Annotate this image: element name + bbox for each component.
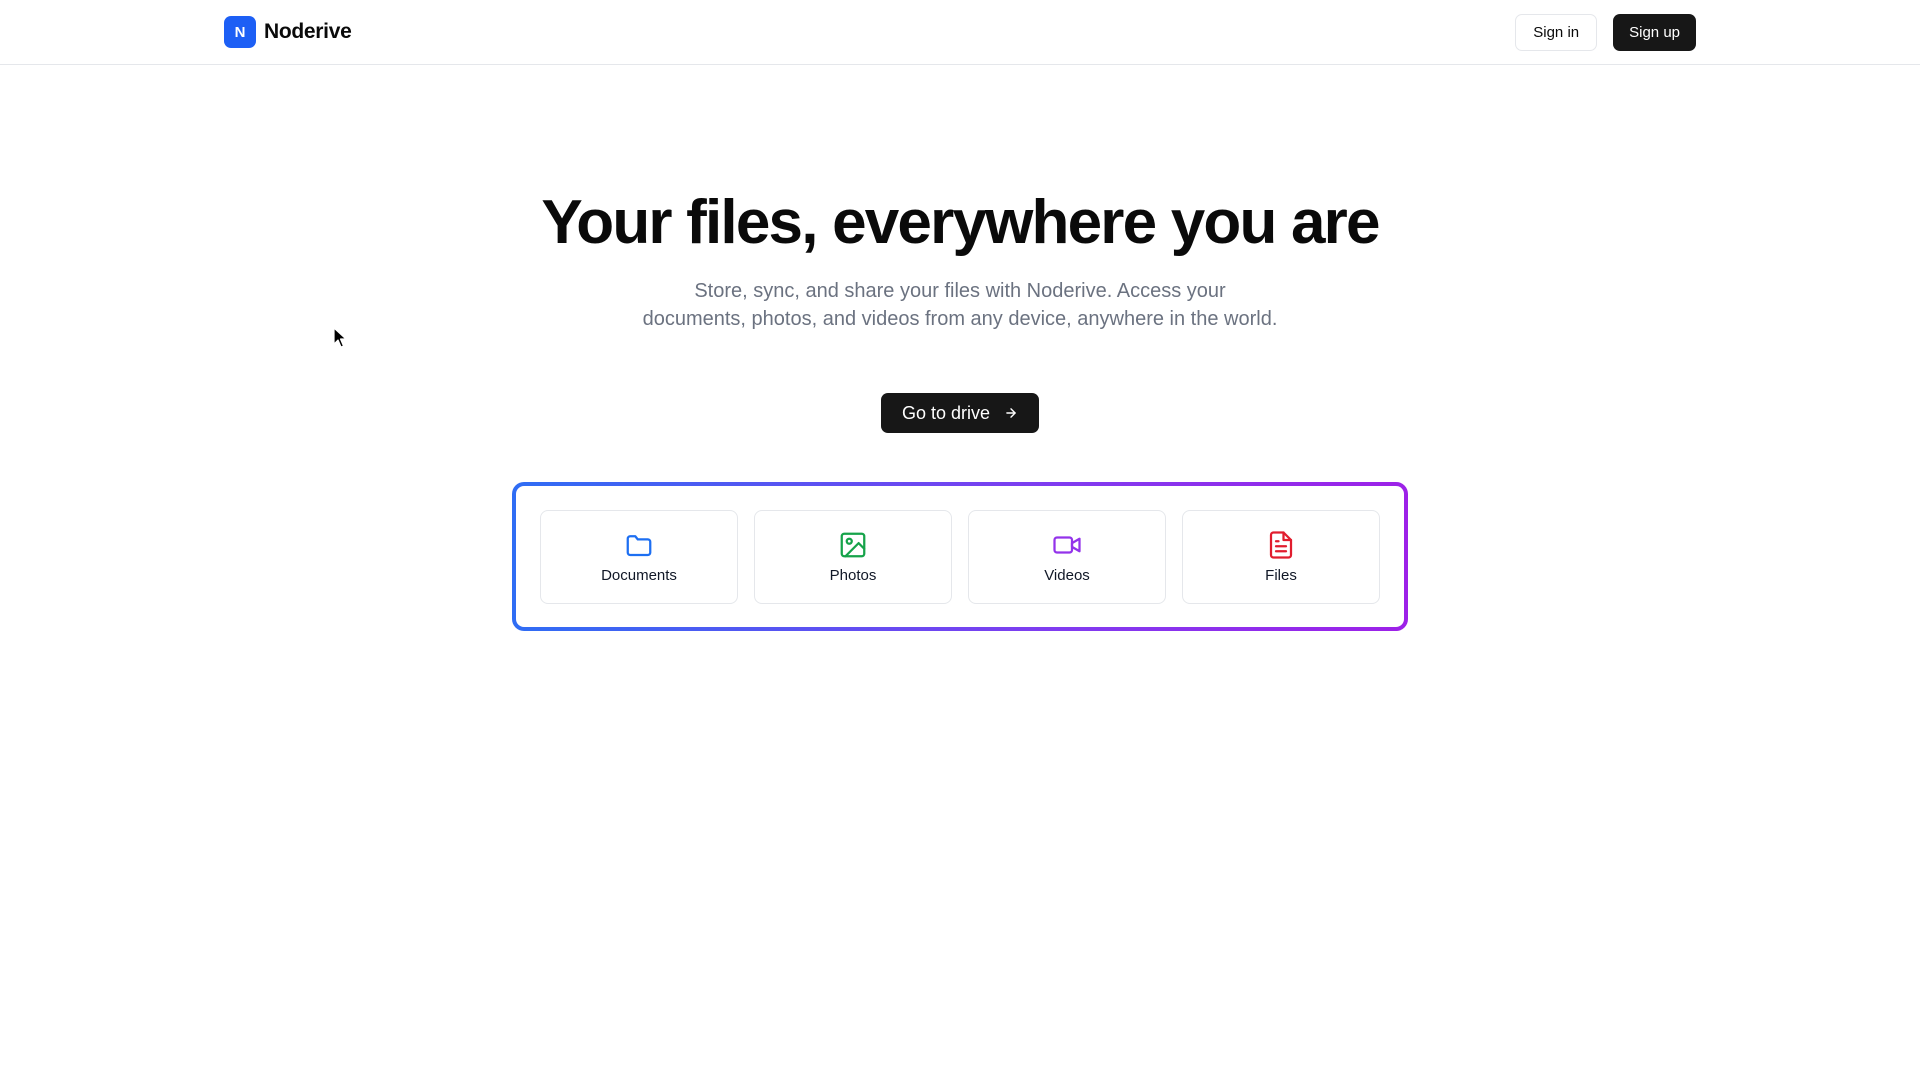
category-label: Videos <box>1044 567 1090 584</box>
sign-up-button[interactable]: Sign up <box>1613 14 1696 51</box>
go-to-drive-label: Go to drive <box>901 402 991 423</box>
top-navbar: N Noderive Sign in Sign up <box>0 0 1920 65</box>
folder-icon <box>623 529 655 561</box>
hero-title: Your files, everywhere you are <box>541 188 1380 257</box>
category-card-videos[interactable]: Videos <box>968 509 1166 604</box>
mouse-cursor-icon <box>333 327 347 349</box>
brand-logo[interactable]: N Noderive <box>224 16 352 48</box>
category-label: Photos <box>829 567 877 584</box>
brand-name: Noderive <box>264 20 352 43</box>
hero-subtitle: Store, sync, and share your files with N… <box>642 280 1278 330</box>
category-card-files[interactable]: Files <box>1182 509 1380 604</box>
category-card-photos[interactable]: Photos <box>754 509 952 604</box>
arrow-right-icon <box>1004 406 1018 420</box>
go-to-drive-button[interactable]: Go to drive <box>881 393 1039 433</box>
category-panel: Documents Photos Videos Files <box>512 482 1408 631</box>
video-icon <box>1051 529 1083 561</box>
brand-badge-icon: N <box>224 16 256 48</box>
sign-in-button[interactable]: Sign in <box>1515 14 1598 51</box>
category-label: Documents <box>601 567 677 584</box>
category-panel-inner: Documents Photos Videos Files <box>516 486 1404 627</box>
auth-buttons: Sign in Sign up <box>1515 14 1696 51</box>
image-icon <box>837 529 869 561</box>
category-card-documents[interactable]: Documents <box>540 509 738 604</box>
category-label: Files <box>1265 567 1297 584</box>
file-text-icon <box>1265 529 1297 561</box>
